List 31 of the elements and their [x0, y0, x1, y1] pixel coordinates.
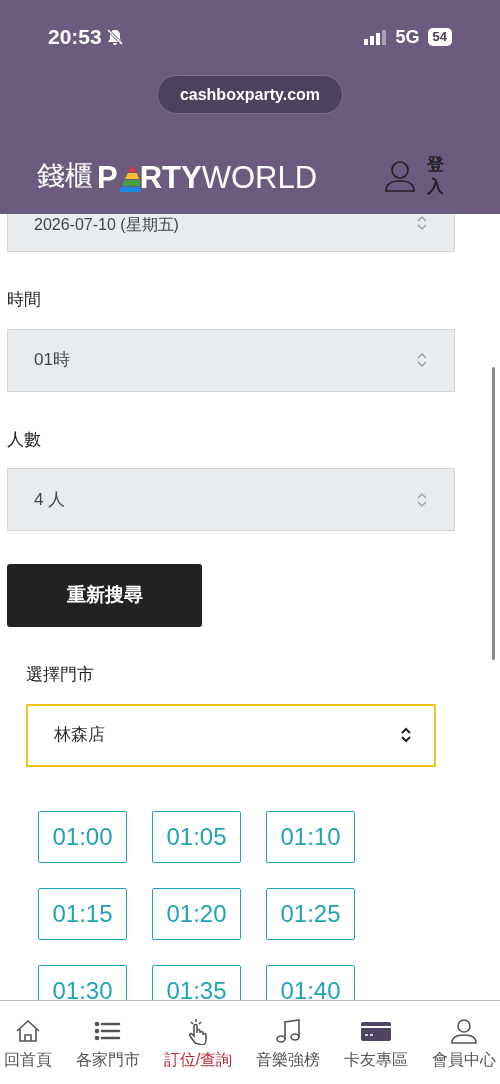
bell-slash-icon	[105, 28, 124, 46]
user-icon[interactable]	[385, 160, 415, 192]
date-select[interactable]: 2026-07-10 (星期五)	[7, 214, 455, 252]
battery-level: 54	[427, 28, 452, 46]
chevron-updown-icon	[416, 351, 428, 369]
nav-tab[interactable]: 會員中心	[432, 1017, 496, 1084]
store-select[interactable]: 林森店	[26, 703, 436, 767]
signal-icon	[363, 29, 388, 45]
nav-tab[interactable]: 回首頁	[4, 1017, 52, 1084]
field-label: 時間	[6, 289, 42, 311]
field-label: 選擇門市	[26, 664, 94, 686]
search-button[interactable]: 重新搜尋	[7, 564, 202, 627]
field-label: 人數	[6, 428, 42, 451]
network-label: 5G	[395, 25, 420, 49]
logo-text: 錢櫃	[37, 158, 93, 194]
logo-text: P	[97, 159, 118, 197]
select-field[interactable]: 01時	[7, 328, 455, 392]
logo-text: RTY	[139, 159, 202, 197]
nav-tab[interactable]: 音樂強榜	[256, 1017, 321, 1084]
nav-tab[interactable]: 各家門市	[75, 1017, 140, 1084]
select-field[interactable]: 4 人	[7, 468, 455, 531]
logo-text: WORLD	[201, 159, 318, 197]
url-bar[interactable]: cashboxparty.com	[156, 75, 344, 114]
clock-time: 20:53	[48, 24, 102, 51]
site-logo[interactable]: 錢櫃 P RTYWORLD	[37, 155, 318, 197]
chevron-updown-icon	[416, 490, 428, 509]
nav-tab[interactable]: 卡友專區	[344, 1017, 409, 1084]
nav-tab[interactable]: 訂位/查詢	[163, 1017, 233, 1084]
chevron-updown-icon	[416, 214, 428, 232]
color-stripes-icon	[117, 166, 140, 192]
chevron-updown-icon	[400, 727, 412, 743]
